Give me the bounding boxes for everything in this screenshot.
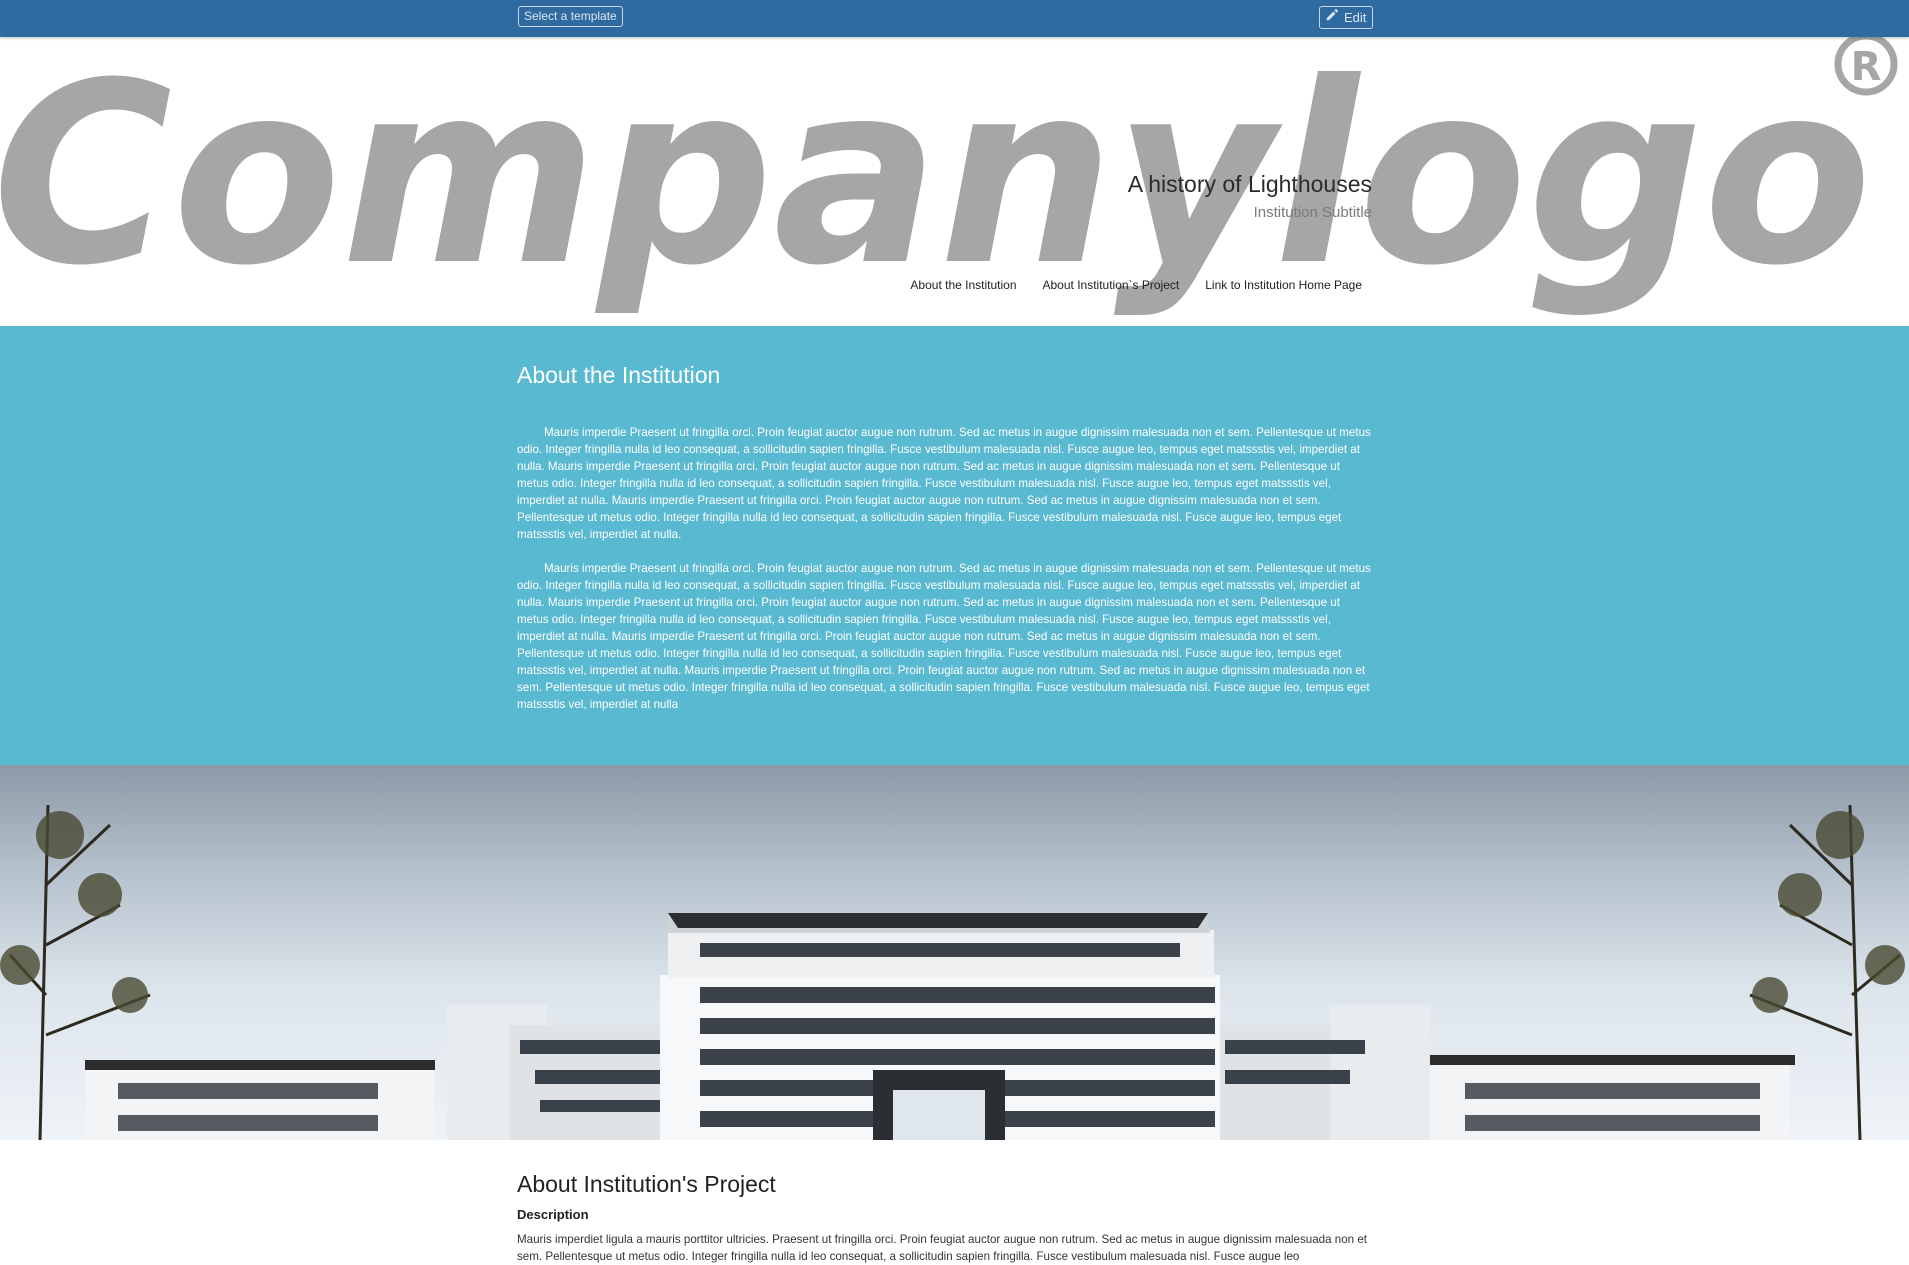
about-paragraph: Mauris imperdie Praesent ut fringilla or… xyxy=(517,426,1371,541)
template-select[interactable]: Select a template xyxy=(518,6,623,27)
about-section: About the Institution Mauris imperdie Pr… xyxy=(0,326,1909,765)
nav-about-institution[interactable]: About the Institution xyxy=(910,278,1016,292)
about-paragraph: Mauris imperdie Praesent ut fringilla or… xyxy=(517,562,1371,711)
top-toolbar: Select a template Edit xyxy=(0,0,1909,37)
project-paragraph: Mauris imperdiet ligula a mauris porttit… xyxy=(517,1233,1367,1263)
edit-button[interactable]: Edit xyxy=(1319,6,1374,29)
site-subtitle: Institution Subtitle xyxy=(1253,204,1372,221)
project-heading: About Institution's Project xyxy=(517,1171,776,1197)
nav-institution-home[interactable]: Link to Institution Home Page xyxy=(1205,278,1362,292)
pencil-icon xyxy=(1325,7,1339,28)
project-subheading: Description xyxy=(517,1207,589,1222)
site-title: A history of Lighthouses xyxy=(1127,171,1372,197)
main-nav: About the Institution About Institution`… xyxy=(910,278,1362,292)
site-header: Companylogo R A history of Lighthouses I… xyxy=(0,37,1909,326)
project-section: About Institution's Project Description … xyxy=(517,1171,1373,1265)
about-heading: About the Institution xyxy=(517,362,721,388)
edit-button-label: Edit xyxy=(1344,10,1367,25)
svg-text:R: R xyxy=(1851,44,1882,90)
building-image xyxy=(0,765,1909,1140)
nav-about-project[interactable]: About Institution`s Project xyxy=(1043,278,1180,292)
